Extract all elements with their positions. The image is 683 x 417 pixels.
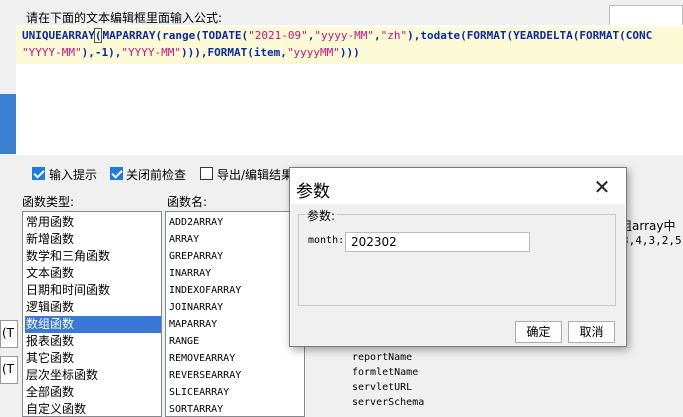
function-type-item[interactable]: 全部函数 — [25, 384, 161, 401]
function-name-item[interactable]: INDEXOFARRAY — [169, 282, 241, 299]
parameter-group: 参数: month: 202302 — [298, 207, 616, 306]
function-type-item[interactable]: 新增函数 — [25, 231, 161, 248]
function-name-item[interactable]: JOINARRAY — [169, 299, 223, 316]
formula-token: , — [374, 29, 381, 42]
function-name-list[interactable]: ADD2ARRAY ARRAY GREPARRAY INARRAY INDEXO… — [165, 211, 305, 417]
tree-item[interactable]: servletURL — [352, 382, 412, 393]
function-name-item[interactable]: ADD2ARRAY — [169, 214, 223, 231]
export-edit-checkbox[interactable] — [200, 167, 213, 180]
fragment-text: (T — [2, 326, 15, 340]
function-type-item[interactable]: 文本函数 — [25, 265, 161, 282]
function-type-item[interactable]: 报表函数 — [25, 333, 161, 350]
month-label: month: — [308, 235, 345, 246]
description-line: 组array中 — [620, 219, 676, 233]
formula-token: ),todate(FORMAT(YEARDELTA(FORMAT(CONC — [407, 29, 653, 42]
function-name-item[interactable]: SLICEARRAY — [169, 384, 229, 401]
tree-item[interactable]: formletName — [352, 367, 418, 378]
function-name-item[interactable]: REMOVEARRAY — [169, 350, 235, 367]
formula-token: ))),FORMAT(item, — [180, 46, 287, 59]
function-name-item[interactable]: MAPARRAY — [169, 316, 217, 333]
function-type-item[interactable]: 逻辑函数 — [25, 299, 161, 316]
search-input[interactable] — [609, 5, 683, 27]
month-field[interactable]: 202302 — [345, 232, 530, 252]
function-type-item[interactable]: 数学和三角函数 — [25, 248, 161, 265]
formula-string: "yyyy-MM" — [314, 29, 375, 42]
bracket-match: ( — [93, 28, 103, 43]
formula-string: "2021-09" — [248, 29, 308, 42]
function-type-item[interactable]: 常用函数 — [25, 214, 161, 231]
fragment-text: (T — [2, 362, 15, 376]
close-icon[interactable]: ✕ — [590, 175, 614, 199]
parameter-tree[interactable]: reportName formletName servletURL server… — [312, 335, 462, 417]
function-type-item[interactable]: 层次坐标函数 — [25, 367, 161, 384]
function-type-item[interactable]: 其它函数 — [25, 350, 161, 367]
formula-string: "yyyyMM" — [286, 46, 340, 59]
formula-string: "YYYY-MM" — [121, 46, 181, 59]
function-type-item-selected[interactable]: 数组函数 — [25, 316, 161, 333]
background-field-fragment: (T — [0, 356, 18, 384]
formula-line-1: UNIQUEARRAY(MAPARRAY(range(TODATE("2021-… — [22, 28, 653, 43]
function-name-item[interactable]: GREPARRAY — [169, 248, 223, 265]
function-type-list[interactable]: 常用函数 新增函数 数学和三角函数 文本函数 日期和时间函数 逻辑函数 数组函数… — [22, 211, 162, 417]
tree-item[interactable]: reportName — [352, 352, 412, 363]
dialog-body: 参数: month: 202302 确定 取消 — [291, 204, 625, 346]
background-field-fragment: (T — [0, 320, 18, 348]
description-line: 3,4,3,2,5, — [622, 234, 683, 247]
formula-string: "YYYY-MM" — [22, 46, 82, 59]
tree-item[interactable]: serverSchema — [352, 397, 424, 408]
formula-token: ),-1), — [81, 46, 122, 59]
background-window-fragment — [0, 94, 16, 154]
parameter-dialog: 参数 ✕ 参数: month: 202302 确定 取消 — [289, 167, 627, 347]
formula-prompt: 请在下面的文本编辑框里面输入公式: — [26, 11, 223, 25]
formula-editor[interactable]: UNIQUEARRAY(MAPARRAY(range(TODATE("2021-… — [16, 25, 683, 155]
function-name-item[interactable]: RANGE — [169, 333, 199, 350]
function-name-header: 函数名: — [167, 195, 208, 209]
function-name-item[interactable]: ARRAY — [169, 231, 199, 248]
function-type-header: 函数类型: — [22, 195, 75, 209]
function-type-item[interactable]: 日期和时间函数 — [25, 282, 161, 299]
ok-button[interactable]: 确定 — [515, 321, 562, 343]
check-before-close-label: 关闭前检查 — [126, 168, 187, 182]
formula-token: UNIQUEARRAY — [22, 29, 95, 42]
group-label: 参数: — [305, 207, 338, 224]
formula-token: MAPARRAY(range(TODATE( — [102, 29, 249, 42]
formula-string: "zh" — [380, 29, 408, 42]
export-edit-label: 导出/编辑结果 — [217, 168, 294, 182]
check-before-close-checkbox[interactable] — [110, 167, 123, 180]
formula-token: ))) — [339, 46, 360, 59]
function-name-item[interactable]: SORTARRAY — [169, 401, 223, 416]
dialog-title: 参数 — [296, 182, 330, 202]
formula-line-2: "YYYY-MM"),-1),"YYYY-MM"))),FORMAT(item,… — [22, 46, 360, 59]
function-name-item[interactable]: INARRAY — [169, 265, 211, 282]
input-hint-label: 输入提示 — [49, 168, 98, 182]
function-type-item[interactable]: 自定义函数 — [25, 401, 161, 416]
function-name-item[interactable]: REVERSEARRAY — [169, 367, 241, 384]
cancel-button[interactable]: 取消 — [568, 321, 615, 343]
input-hint-checkbox[interactable] — [32, 167, 45, 180]
